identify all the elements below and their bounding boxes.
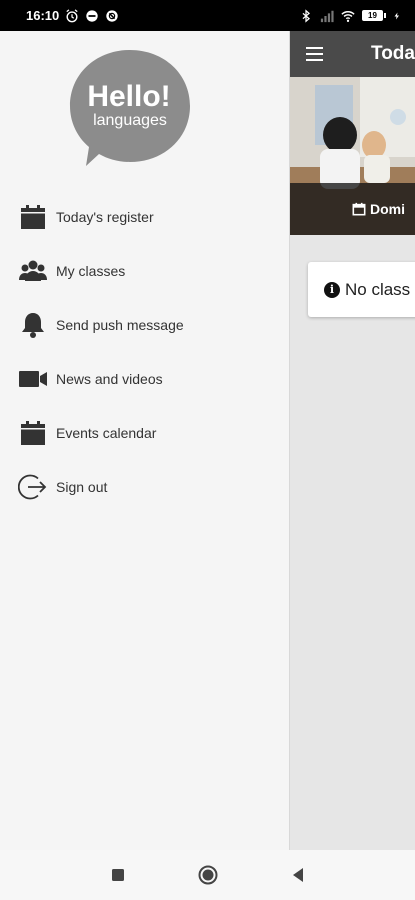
- wifi-icon: [341, 10, 355, 22]
- menu-item-label: Send push message: [56, 317, 184, 333]
- sign-out-icon: [18, 472, 48, 502]
- signal-icon: [320, 10, 334, 22]
- back-button[interactable]: [286, 863, 310, 887]
- menu-item-label: Today's register: [56, 209, 154, 225]
- data-saver-icon: [106, 9, 118, 22]
- do-not-disturb-icon: [86, 9, 98, 22]
- clock: 16:10: [26, 8, 60, 23]
- info-icon: i: [324, 281, 340, 298]
- menu-item-label: News and videos: [56, 371, 163, 387]
- menu-icon[interactable]: [306, 47, 323, 61]
- no-classes-notice: i No class: [308, 262, 415, 317]
- drawer-menu: Today's register My classes Send push me…: [0, 190, 290, 514]
- menu-item-my-classes[interactable]: My classes: [0, 244, 290, 298]
- people-icon: [18, 256, 48, 286]
- menu-item-todays-register[interactable]: Today's register: [0, 190, 290, 244]
- menu-item-sign-out[interactable]: Sign out: [0, 460, 290, 514]
- calendar-icon: [352, 202, 366, 216]
- hello-languages-logo: Hello! languages: [70, 50, 190, 166]
- battery-icon: 19: [362, 10, 386, 21]
- alarm-icon: [66, 8, 78, 22]
- hero-label: Domi: [370, 201, 405, 217]
- bluetooth-icon: [302, 8, 311, 23]
- main-content: Toda Domi i No class: [290, 31, 415, 850]
- menu-item-label: Sign out: [56, 479, 108, 495]
- battery-level: 19: [362, 10, 383, 21]
- recents-button[interactable]: [106, 863, 130, 887]
- app-toolbar: Toda: [290, 31, 415, 77]
- system-navigation-bar: [0, 850, 415, 900]
- menu-item-label: My classes: [56, 263, 126, 279]
- menu-item-label: Events calendar: [56, 425, 157, 441]
- hero-caption: Domi: [290, 183, 415, 235]
- bell-icon: [18, 310, 48, 340]
- back-triangle-icon: [292, 868, 303, 882]
- calendar-icon: [18, 202, 48, 232]
- page-title: Toda: [371, 43, 415, 64]
- screen: 16:10 19 Toda Domi i No class Hello! lan…: [0, 0, 415, 900]
- menu-item-send-push-message[interactable]: Send push message: [0, 298, 290, 352]
- notice-text: No class: [345, 279, 411, 299]
- home-button[interactable]: [196, 863, 220, 887]
- calendar-icon: [18, 418, 48, 448]
- menu-item-events-calendar[interactable]: Events calendar: [0, 406, 290, 460]
- charging-icon: [394, 12, 399, 19]
- video-camera-icon: [18, 364, 48, 394]
- circle-icon: [198, 865, 217, 885]
- square-icon: [111, 869, 124, 881]
- hero-image: Domi: [290, 77, 415, 235]
- status-bar: 16:10 19: [0, 0, 415, 31]
- menu-item-news-and-videos[interactable]: News and videos: [0, 352, 290, 406]
- logo-word-hello: Hello!: [87, 80, 170, 113]
- navigation-drawer: Hello! languages Today's register My cla…: [0, 31, 290, 850]
- logo-word-languages: languages: [93, 112, 167, 129]
